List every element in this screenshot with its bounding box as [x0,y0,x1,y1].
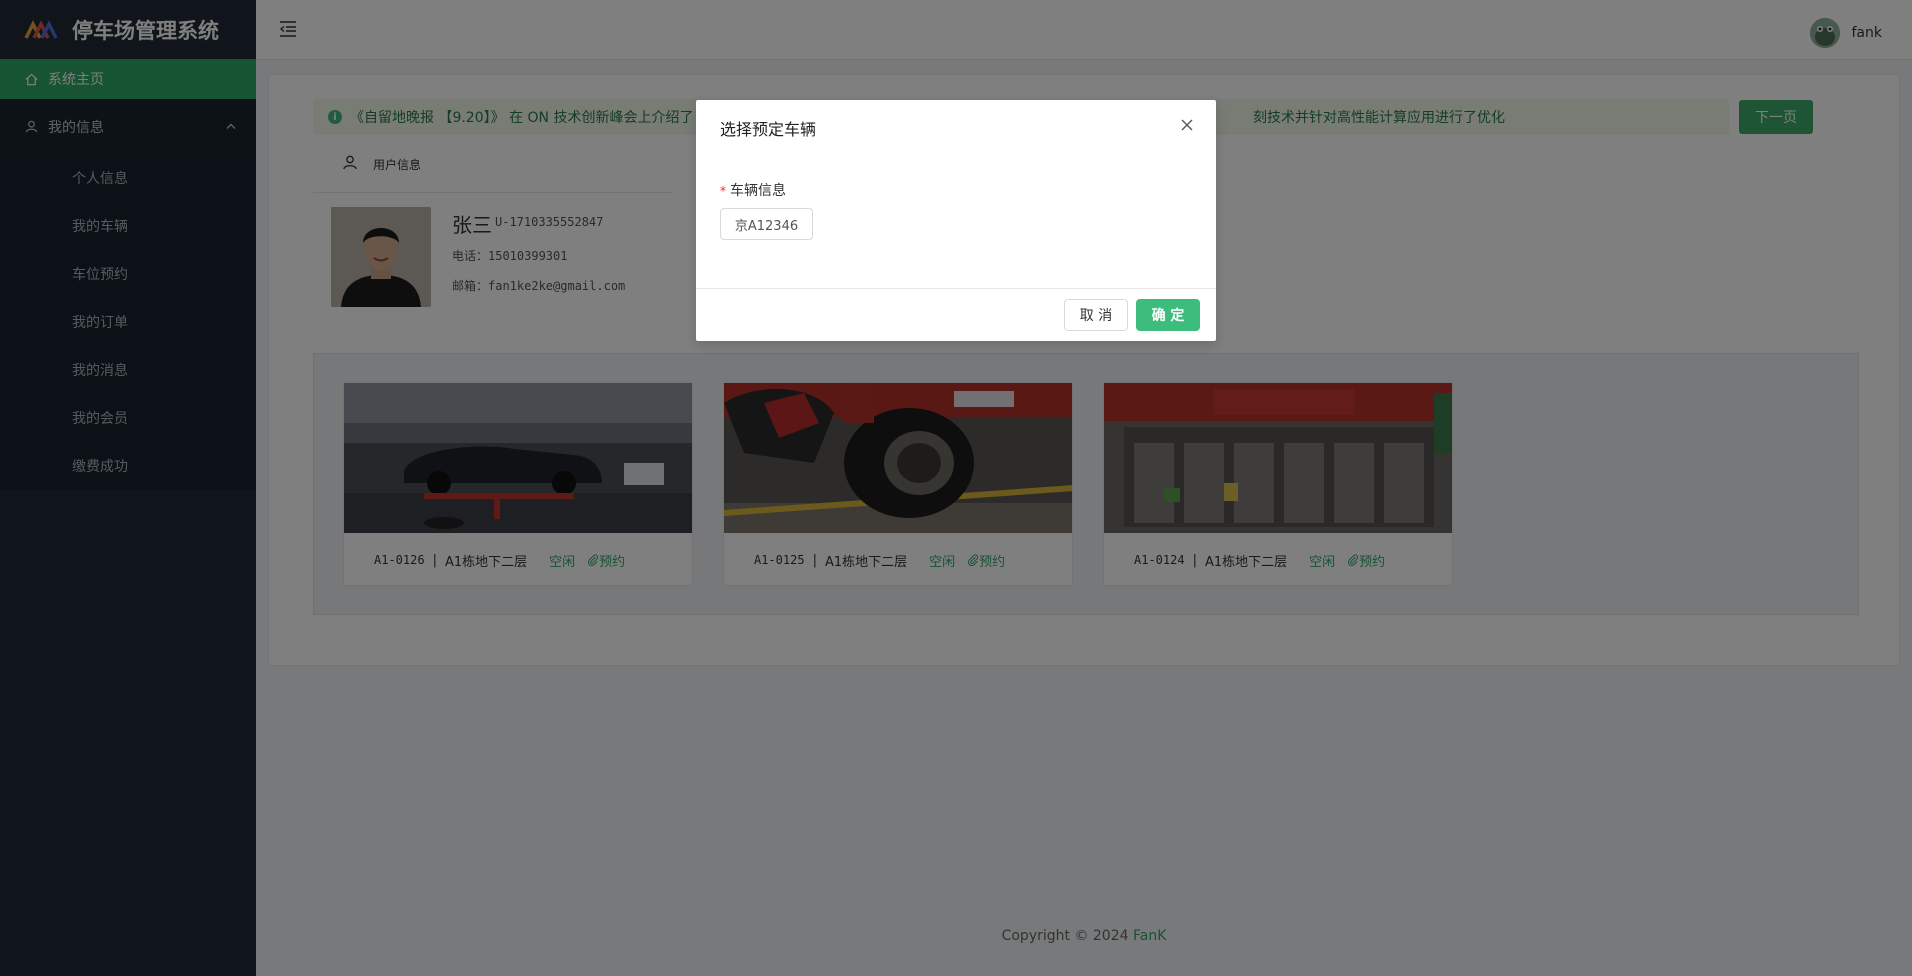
select-vehicle-dialog: 选择预定车辆 * 车辆信息 京A12346 取 消 确 定 [696,100,1216,341]
required-asterisk: * [720,184,726,198]
confirm-button[interactable]: 确 定 [1136,299,1200,331]
close-icon[interactable] [1180,118,1194,132]
dialog-footer: 取 消 确 定 [696,288,1216,341]
vehicle-field-label: * 车辆信息 [720,180,786,200]
field-label-text: 车辆信息 [730,183,786,199]
vehicle-option[interactable]: 京A12346 [720,208,813,240]
dialog-title: 选择预定车辆 [720,120,817,139]
cancel-button[interactable]: 取 消 [1064,299,1128,331]
